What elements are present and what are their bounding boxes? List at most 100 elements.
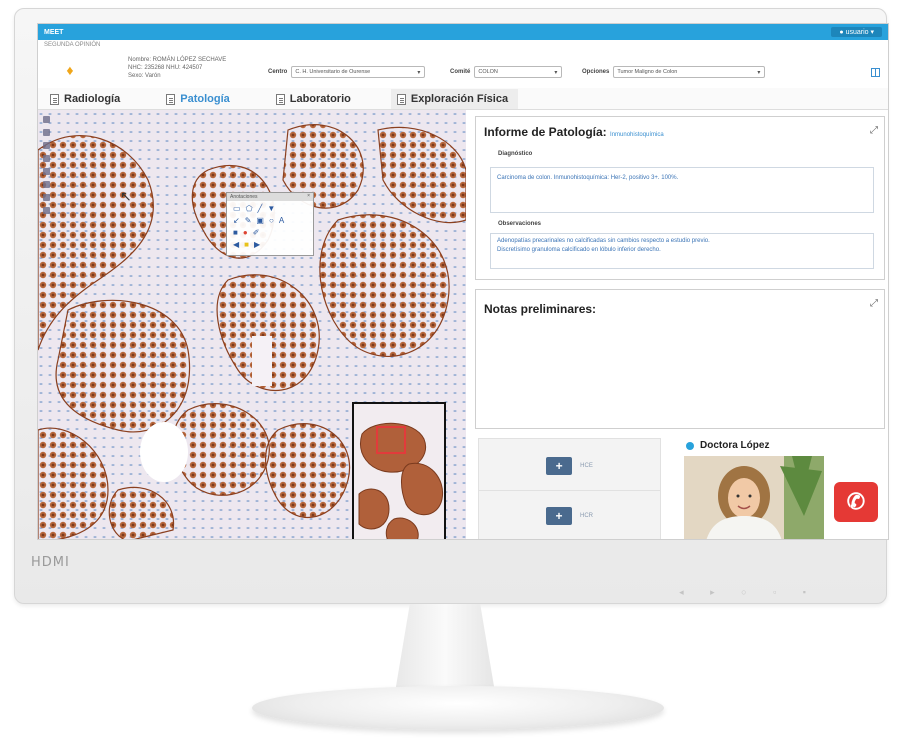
layout-grid-icon[interactable] [871,68,880,77]
pathology-image-viewer[interactable]: ↖ Anotaciones × ▭ ⬠ ╱ ▼ ↙ ✎ ▣ ○ A ■ ● ✐ … [38,110,466,539]
hce-label: HCE [580,462,593,469]
document-icon [275,93,285,105]
viewer-toolstrip [42,116,51,214]
preliminary-notes-panel[interactable]: Notas preliminares: ⤢ [475,289,885,429]
folder-add-icon [546,507,572,525]
document-icon [166,93,176,105]
arrow-tool-icon[interactable]: ↙ [233,216,240,225]
square-tool-icon[interactable]: ▣ [256,216,264,225]
settings-icon[interactable] [43,207,50,214]
comite-field: Comité COLON ▾ [450,66,563,78]
marker-tool-icon[interactable]: ▼ [267,204,275,213]
app-logo: MEET [44,28,64,36]
opciones-field: Opciones Tumor Maligno de Colon ▾ [582,66,766,78]
expand-icon[interactable]: ⤢ [870,125,878,136]
monitor-neck [394,604,496,696]
highlight-tool-icon[interactable]: ■ [244,240,249,249]
text-tool-icon[interactable]: A [279,216,284,225]
fit-icon[interactable] [43,168,50,175]
notes-title: Notas preliminares: [484,302,597,316]
clinical-history-card: HCE HCR [478,438,661,539]
opciones-label: Opciones [582,69,610,75]
diagnosis-textbox[interactable]: Carcinoma de colon. Inmunohistoquímica: … [490,167,874,213]
chevron-down-icon: ▾ [417,70,421,76]
monitor-base [252,686,664,730]
color-tool-icon[interactable]: ● [243,228,248,237]
close-icon[interactable]: × [307,193,310,199]
patient-name: Nombre: ROMÁN LÓPEZ SECHAVE [128,57,227,63]
hcr-button[interactable]: HCR [479,491,660,539]
hang-up-call-button[interactable]: ✆ [834,482,878,522]
delete-tool-icon[interactable]: ■ [233,228,238,237]
tab-laboratorio[interactable]: Laboratorio [270,89,361,109]
line-tool-icon[interactable]: ╱ [258,204,263,213]
tab-label: Exploración Física [410,93,509,105]
tab-label: Laboratorio [289,93,351,105]
monitor-chin: HDMI ◂ ▸ ○ ▫ ▪ [15,545,888,605]
comite-select[interactable]: COLON ▾ [474,66,563,78]
zoom-out-icon[interactable] [43,129,50,136]
tab-exploracion-fisica[interactable]: Exploración Física [390,89,519,109]
annotation-tools-row-4: ◀ ■ ▶ [227,237,313,249]
minimap-image [358,422,444,539]
report-subtitle: Inmunohistoquímica [610,132,664,138]
patient-info: Nombre: ROMÁN LÓPEZ SECHAVE NHC: 235268 … [128,56,226,80]
doctor-video-image [684,456,824,539]
diagnosis-text: Carcinoma de colon. Inmunohistoquímica: … [497,175,679,181]
patient-ids: NHC: 235268 NHU: 424507 [128,65,203,71]
online-status-icon [686,441,694,450]
expand-icon[interactable]: ⤢ [870,298,878,309]
phone-icon: ✆ [846,489,866,514]
monitor-brand: HDMI [31,555,70,570]
document-icon [396,93,406,105]
annotate-icon[interactable] [43,194,50,201]
tab-patologia[interactable]: Patología [160,89,240,109]
edit-tool-icon[interactable]: ✐ [253,228,260,237]
report-title-text: Informe de Patología: [484,125,607,139]
patient-avatar-icon: ♦ [66,62,74,78]
pan-icon[interactable] [43,142,50,149]
centro-select[interactable]: C. H. Universitario de Ourense ▾ [291,66,426,78]
measure-icon[interactable] [43,181,50,188]
breadcrumb: SEGUNDA OPINIÓN [44,42,101,48]
chevron-down-icon: ▾ [554,70,558,76]
next-icon[interactable]: ▶ [254,240,260,249]
observations-text-line-2: Discretísimo granuloma calcificado en ló… [497,247,661,253]
observations-textbox[interactable]: Adenopatías precarinales no calcificadas… [490,233,874,269]
tab-radiologia[interactable]: Radiología [44,89,130,109]
polygon-tool-icon[interactable]: ⬠ [246,204,253,213]
circle-tool-icon[interactable]: ○ [269,216,274,225]
opciones-value: Tumor Maligno de Colon [617,69,678,75]
doctor-name-text: Doctora López [700,440,770,451]
slide-minimap[interactable] [352,402,446,539]
document-icon [50,93,59,105]
pathology-report-panel: Informe de Patología: Inmunohistoquímica… [475,116,885,280]
annotation-panel-title-text: Anotaciones [230,194,258,200]
centro-label: Centro [268,69,288,75]
annotation-tool-panel: Anotaciones × ▭ ⬠ ╱ ▼ ↙ ✎ ▣ ○ A ■ ● ✐ ◀ … [226,192,314,256]
region-of-interest-box[interactable] [376,426,406,454]
previous-icon[interactable]: ◀ [233,240,239,249]
user-menu[interactable]: ● usuario ▾ [831,27,882,37]
rectangle-tool-icon[interactable]: ▭ [233,204,241,213]
hce-button[interactable]: HCE [479,441,660,491]
app-top-bar: MEET ● usuario ▾ [38,24,888,40]
observations-label: Observaciones [498,221,542,227]
zoom-in-icon[interactable] [43,116,50,123]
tab-label: Radiología [64,93,121,105]
monitor-controls[interactable]: ◂ ▸ ○ ▫ ▪ [679,587,818,598]
annotation-tools-row-2: ↙ ✎ ▣ ○ A [227,213,313,225]
comite-label: Comité [450,69,471,75]
rotate-icon[interactable] [43,155,50,162]
video-call-feed[interactable] [684,456,824,539]
app-screen: MEET ● usuario ▾ SEGUNDA OPINIÓN ♦ Nombr… [37,23,889,540]
pen-tool-icon[interactable]: ✎ [245,216,252,225]
comite-value: COLON [478,69,498,75]
chevron-down-icon: ▾ [757,70,761,76]
hcr-label: HCR [580,513,593,519]
centro-value: C. H. Universitario de Ourense [295,69,371,75]
opciones-select[interactable]: Tumor Maligno de Colon ▾ [613,66,766,78]
annotation-panel-title: Anotaciones × [227,193,313,201]
patient-sex: Sexo: Varón [128,73,161,79]
patient-header: ♦ Nombre: ROMÁN LÓPEZ SECHAVE NHC: 23526… [38,52,888,88]
